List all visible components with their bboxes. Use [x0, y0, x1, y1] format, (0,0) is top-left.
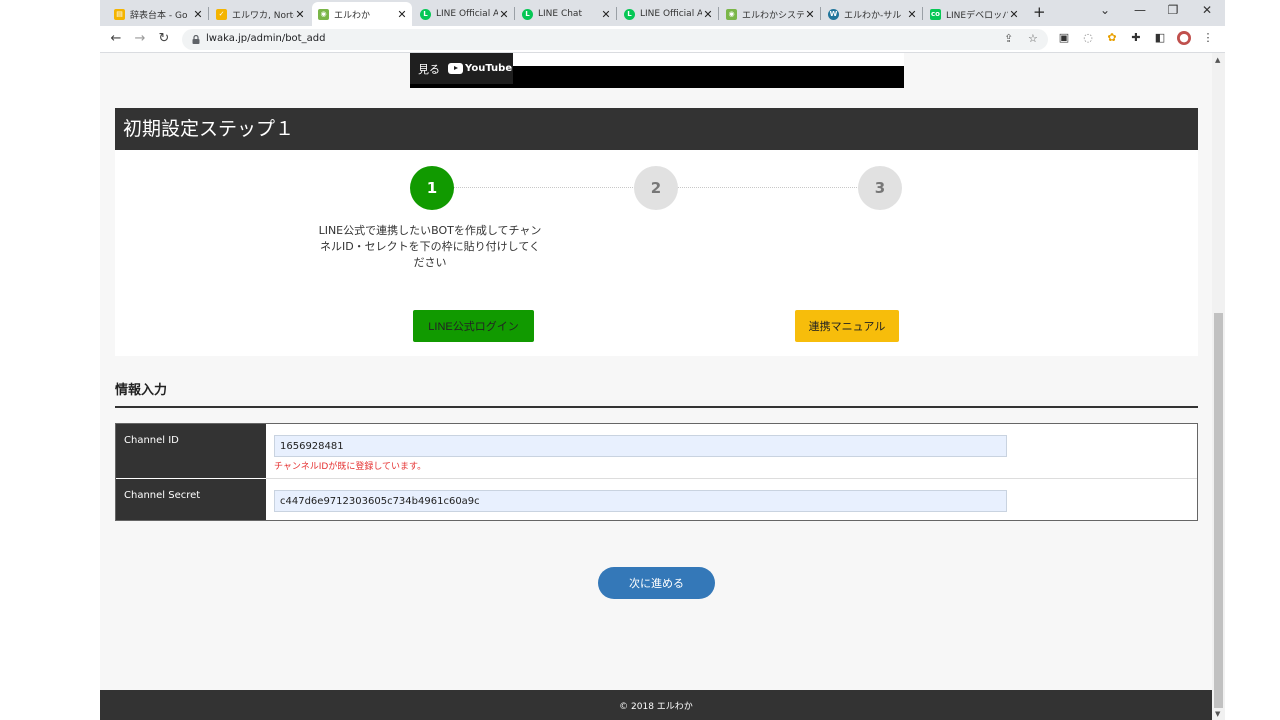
scroll-up-icon[interactable]: ▲ [1215, 56, 1220, 64]
tab-divider [616, 7, 617, 20]
browser-window: ▤ 辞表台本 - Go ✕ ✓ エルワカ, Norte ✕ ◉ エルわか ✕ L… [100, 0, 1225, 720]
line-icon: L [522, 8, 533, 20]
address-bar[interactable]: lwaka.jp/admin/bot_add ⇪ ☆ [182, 29, 1048, 50]
close-icon[interactable]: ✕ [804, 8, 816, 21]
minimize-icon[interactable]: — [1130, 3, 1150, 17]
bookmark-star-icon[interactable]: ☆ [1028, 32, 1038, 45]
wordpress-icon: W [828, 8, 839, 20]
tab-title: エルわか-サル [844, 10, 902, 21]
extension-icon[interactable]: ✿ [1105, 31, 1119, 45]
next-button[interactable]: 次に進める [598, 567, 715, 599]
youtube-play-icon [448, 63, 463, 74]
back-icon[interactable]: ← [108, 31, 124, 46]
step-3-indicator: 3 [858, 166, 902, 210]
tab-title: エルワカ, Norte [232, 10, 294, 21]
tab-3[interactable]: L LINE Official A ✕ [414, 2, 514, 26]
browser-toolbar: ← → ↻ lwaka.jp/admin/bot_add ⇪ ☆ ▣ ◌ ✿ ✚… [100, 26, 1225, 53]
tab-title: LINE Chat [538, 9, 582, 19]
tab-title: エルわかシステ [742, 10, 804, 21]
close-icon[interactable]: ✕ [294, 8, 306, 21]
tab-divider [208, 7, 209, 20]
menu-icon[interactable]: ⋮ [1201, 31, 1215, 45]
embedded-video[interactable]: 見る YouTube [410, 53, 904, 88]
lock-icon [192, 35, 200, 44]
tab-title: エルわか [334, 10, 371, 21]
tab-divider [718, 7, 719, 20]
close-icon[interactable]: ✕ [396, 8, 408, 21]
window-close-icon[interactable]: ✕ [1197, 3, 1217, 17]
tab-1[interactable]: ✓ エルワカ, Norte ✕ [210, 2, 310, 26]
youtube-logo: YouTube [448, 63, 512, 74]
restore-icon[interactable]: ❐ [1163, 3, 1183, 17]
close-icon[interactable]: ✕ [702, 8, 714, 21]
tab-divider [922, 7, 923, 20]
tab-search-icon[interactable]: ⌄ [1095, 3, 1115, 17]
step-1-indicator: 1 [410, 166, 454, 210]
line-icon: L [624, 8, 635, 20]
close-icon[interactable]: ✕ [498, 8, 510, 21]
check-icon: ✓ [216, 8, 227, 20]
tab-7[interactable]: W エルわか-サル ✕ [822, 2, 922, 26]
tab-strip: ▤ 辞表台本 - Go ✕ ✓ エルワカ, Norte ✕ ◉ エルわか ✕ L… [100, 0, 1225, 26]
tab-title: LINE Official A [640, 9, 702, 19]
new-tab-icon[interactable]: + [1033, 3, 1046, 21]
info-section-title: 情報入力 [115, 383, 168, 398]
youtube-wordmark: YouTube [465, 63, 513, 74]
watch-on-youtube-button[interactable]: 見る YouTube [410, 53, 513, 84]
close-icon[interactable]: ✕ [600, 8, 612, 21]
forward-icon[interactable]: → [132, 31, 148, 46]
page-scrollbar[interactable]: ▲ ▼ [1212, 53, 1225, 720]
puzzle-icon[interactable]: ✚ [1129, 31, 1143, 45]
section-divider [115, 406, 1198, 408]
tab-2-active[interactable]: ◉ エルわか ✕ [312, 2, 412, 26]
line-dev-icon: co [930, 8, 941, 20]
step-card: 初期設定ステップ１ 1 2 3 LINE公式で連携したいBOTを作成してチャンネ… [115, 108, 1198, 356]
tab-title: LINE Official A [436, 9, 498, 19]
channel-id-input[interactable] [274, 435, 1007, 457]
line-icon: L [420, 8, 431, 20]
tab-divider [820, 7, 821, 20]
url-text: lwaka.jp/admin/bot_add [206, 33, 326, 44]
step-description: LINE公式で連携したいBOTを作成してチャンネルID・セレクトを下の枠に貼り付… [318, 224, 542, 269]
channel-id-error: チャンネルIDが既に登録しています。 [274, 462, 427, 472]
tab-0[interactable]: ▤ 辞表台本 - Go ✕ [108, 2, 208, 26]
tab-4[interactable]: L LINE Chat ✕ [516, 2, 616, 26]
footer: © 2018 エルわか [100, 690, 1212, 720]
tab-title: 辞表台本 - Go [130, 10, 188, 21]
close-icon[interactable]: ✕ [906, 8, 918, 21]
close-icon[interactable]: ✕ [1008, 8, 1020, 21]
share-icon[interactable]: ⇪ [1004, 32, 1013, 45]
tab-title: LINEデベロッパ [946, 10, 1008, 21]
extension-icon[interactable]: ◌ [1081, 31, 1095, 45]
avatar[interactable]: ● [1177, 31, 1191, 45]
tab-divider [514, 7, 515, 20]
step-2-indicator: 2 [634, 166, 678, 210]
manual-button[interactable]: 連携マニュアル [795, 310, 899, 342]
help-extension-icon[interactable]: ▣ [1057, 31, 1071, 45]
reload-icon[interactable]: ↻ [156, 31, 172, 46]
scrollbar-thumb[interactable] [1214, 313, 1223, 708]
erwaka-icon: ◉ [726, 8, 737, 20]
watch-label: 見る [418, 62, 440, 76]
channel-secret-input[interactable] [274, 490, 1007, 512]
channel-id-row: Channel ID チャンネルIDが既に登録しています。 [116, 424, 1197, 478]
info-form: Channel ID チャンネルIDが既に登録しています。 Channel Se… [115, 423, 1198, 521]
channel-secret-row: Channel Secret [116, 479, 1197, 520]
erwaka-icon: ◉ [318, 8, 329, 20]
channel-secret-label: Channel Secret [116, 479, 266, 520]
tab-6[interactable]: ◉ エルわかシステ ✕ [720, 2, 820, 26]
tab-8[interactable]: co LINEデベロッパ ✕ [924, 2, 1024, 26]
scroll-down-icon[interactable]: ▼ [1215, 710, 1220, 718]
side-panel-icon[interactable]: ◧ [1153, 31, 1167, 45]
channel-id-label: Channel ID [116, 424, 266, 478]
line-login-button[interactable]: LINE公式ログイン [413, 310, 534, 342]
step-header: 初期設定ステップ１ [115, 108, 1198, 150]
sheets-icon: ▤ [114, 8, 125, 20]
tab-5[interactable]: L LINE Official A ✕ [618, 2, 718, 26]
page-content: 見る YouTube 初期設定ステップ１ 1 2 3 LINE公式で連携したいB… [100, 53, 1212, 720]
close-icon[interactable]: ✕ [192, 8, 204, 21]
